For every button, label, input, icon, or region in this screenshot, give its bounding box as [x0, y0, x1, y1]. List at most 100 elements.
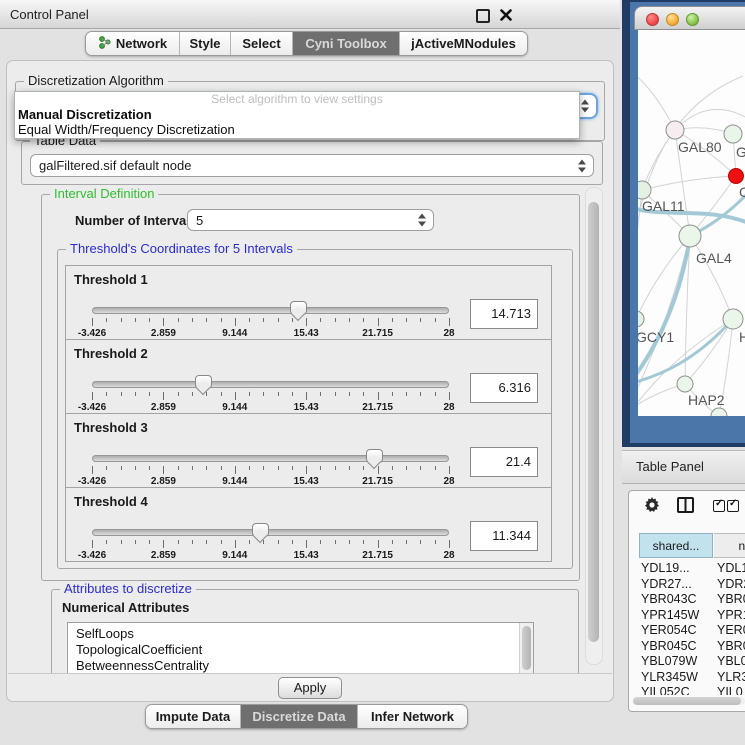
table-horizontal-scrollbar[interactable]: [633, 697, 745, 705]
table-row[interactable]: YLR345WYLR3: [639, 670, 745, 686]
slider-thumb[interactable]: [366, 449, 383, 463]
tab-style[interactable]: Style: [180, 32, 231, 55]
network-window: GAL80 GA C GAL11 GAL4 GCY1 H HAP2: [622, 0, 745, 447]
list-item[interactable]: BetweennessCentrality: [68, 658, 533, 674]
control-panel-titlebar: Control Panel: [0, 0, 620, 29]
tab-infer-network[interactable]: Infer Network: [358, 705, 467, 728]
node-label: GAL11: [642, 198, 685, 214]
slider-track[interactable]: [92, 529, 449, 536]
tab-impute-data[interactable]: Impute Data: [146, 705, 241, 728]
table-row[interactable]: YIL052CYIL0: [639, 685, 745, 695]
attributes-title: Attributes to discretize: [60, 581, 196, 596]
table-row[interactable]: YBR045CYBR0: [639, 639, 745, 655]
threshold-1-panel: Threshold 1 -3.4262.8599.14415.4321.7152…: [65, 265, 552, 340]
node-gal80[interactable]: [666, 121, 684, 139]
node-hap2[interactable]: [677, 376, 693, 392]
tab-network[interactable]: Network: [86, 32, 180, 55]
combo-arrows-icon: [578, 159, 586, 172]
slider-ticks: [92, 392, 449, 401]
list-scrollbar[interactable]: [519, 623, 533, 675]
table-toolbar: [629, 491, 745, 525]
column-header-name[interactable]: name: [714, 533, 745, 558]
table-panel: shared... name YDL19...YDL1 YDR27...YDR2…: [628, 490, 745, 712]
list-item[interactable]: SelfLoops: [68, 626, 533, 642]
table-data-combobox[interactable]: galFiltered.sif default node: [30, 154, 594, 177]
popup-item-equal-width-frequency[interactable]: Equal Width/Frequency Discretization: [15, 122, 579, 137]
algorithm-popup: Select algorithm to view settings Manual…: [14, 91, 580, 139]
node-red-selected[interactable]: [729, 169, 744, 184]
numerical-attributes-heading: Numerical Attributes: [62, 600, 189, 615]
close-icon[interactable]: [500, 8, 512, 20]
numerical-attributes-list[interactable]: SelfLoops TopologicalCoefficient Between…: [67, 622, 534, 676]
minimize-traffic-light-icon[interactable]: [666, 13, 679, 26]
control-panel-title: Control Panel: [10, 7, 89, 22]
table-panel-titlebar: Table Panel: [622, 450, 745, 484]
threshold-4-value[interactable]: 11.344: [470, 521, 538, 551]
slider-ticks: [92, 540, 449, 549]
column-layout-icon[interactable]: [677, 497, 694, 518]
slider-thumb[interactable]: [252, 523, 269, 537]
table-data-group: Table Data galFiltered.sif default node: [21, 141, 603, 185]
settings-scrollbar[interactable]: [585, 187, 603, 665]
node-gal4[interactable]: [679, 225, 701, 247]
network-window-titlebar[interactable]: [634, 6, 745, 30]
close-traffic-light-icon[interactable]: [646, 13, 659, 26]
popup-item-manual-discretization[interactable]: Manual Discretization: [15, 107, 579, 122]
zoom-traffic-light-icon[interactable]: [686, 13, 699, 26]
apply-button[interactable]: Apply: [278, 677, 342, 699]
interval-definition-group: Interval Definition Number of Intervals …: [41, 194, 580, 581]
slider-track[interactable]: [92, 381, 449, 388]
node-label: C: [739, 184, 745, 200]
node-label: H: [739, 329, 745, 345]
tab-discretize-data[interactable]: Discretize Data: [241, 705, 358, 728]
node-label: GCY1: [638, 329, 674, 345]
slider-ticks: [92, 318, 449, 327]
node-ga[interactable]: [724, 125, 742, 143]
interval-definition-title: Interval Definition: [50, 186, 158, 201]
node-partial[interactable]: [711, 408, 727, 416]
number-of-intervals-combobox[interactable]: 5: [187, 209, 434, 231]
node-h[interactable]: [723, 309, 743, 329]
attributes-group: Attributes to discretize Numerical Attri…: [51, 589, 579, 679]
combo-arrows-icon: [581, 100, 589, 113]
network-canvas[interactable]: GAL80 GA C GAL11 GAL4 GCY1 H HAP2: [638, 30, 745, 416]
table-row[interactable]: YER054CYER0: [639, 623, 745, 639]
threshold-2-panel: Threshold 2 -3.4262.8599.14415.4321.7152…: [65, 339, 552, 414]
screen: Control Panel Network Style Select Cyni …: [0, 0, 745, 745]
threshold-3-label: Threshold 3: [74, 420, 148, 435]
slider-thumb[interactable]: [195, 375, 212, 389]
select-all-checkbox-icon[interactable]: [713, 500, 725, 512]
tab-jactivemnodules[interactable]: jActiveMNodules: [400, 32, 527, 55]
list-item[interactable]: TopologicalCoefficient: [68, 642, 533, 658]
threshold-4-panel: Threshold 4 -3.4262.8599.14415.4321.7152…: [65, 487, 552, 562]
slider-thumb[interactable]: [290, 301, 307, 315]
gear-icon[interactable]: [644, 497, 660, 518]
tab-cyni-toolbox[interactable]: Cyni Toolbox: [293, 32, 400, 55]
table-row[interactable]: YBL079WYBL0: [639, 654, 745, 670]
threshold-2-label: Threshold 2: [74, 346, 148, 361]
table-row[interactable]: YPR145WYPR1: [639, 608, 745, 624]
threshold-1-slider[interactable]: -3.4262.8599.14415.4321.71528: [92, 304, 449, 338]
select-none-checkbox-icon[interactable]: [727, 500, 739, 512]
network-graph: GAL80 GA C GAL11 GAL4 GCY1 H HAP2: [638, 30, 745, 416]
popup-placeholder: Select algorithm to view settings: [15, 92, 579, 107]
thresholds-group: Threshold's Coordinates for 5 Intervals …: [57, 249, 573, 569]
slider-track[interactable]: [92, 455, 449, 462]
tab-select[interactable]: Select: [231, 32, 293, 55]
threshold-3-slider[interactable]: -3.4262.8599.14415.4321.71528: [92, 452, 449, 486]
float-window-icon[interactable]: [476, 9, 490, 23]
column-header-shared-name[interactable]: shared...: [639, 533, 713, 558]
threshold-2-value[interactable]: 6.316: [470, 373, 538, 403]
threshold-3-value[interactable]: 21.4: [470, 447, 538, 477]
threshold-1-value[interactable]: 14.713: [470, 299, 538, 329]
threshold-1-label: Threshold 1: [74, 272, 148, 287]
threshold-2-slider[interactable]: -3.4262.8599.14415.4321.71528: [92, 378, 449, 412]
table-row[interactable]: YDL19...YDL1: [639, 561, 745, 577]
node-gcy1[interactable]: [638, 311, 644, 327]
table-row[interactable]: YBR043CYBR0: [639, 592, 745, 608]
node-gal11[interactable]: [638, 181, 651, 199]
threshold-4-slider[interactable]: -3.4262.8599.14415.4321.71528: [92, 526, 449, 560]
slider-track[interactable]: [92, 307, 449, 314]
table-row[interactable]: YDR27...YDR2: [639, 577, 745, 593]
control-panel-tabs: Network Style Select Cyni Toolbox jActiv…: [85, 31, 528, 56]
